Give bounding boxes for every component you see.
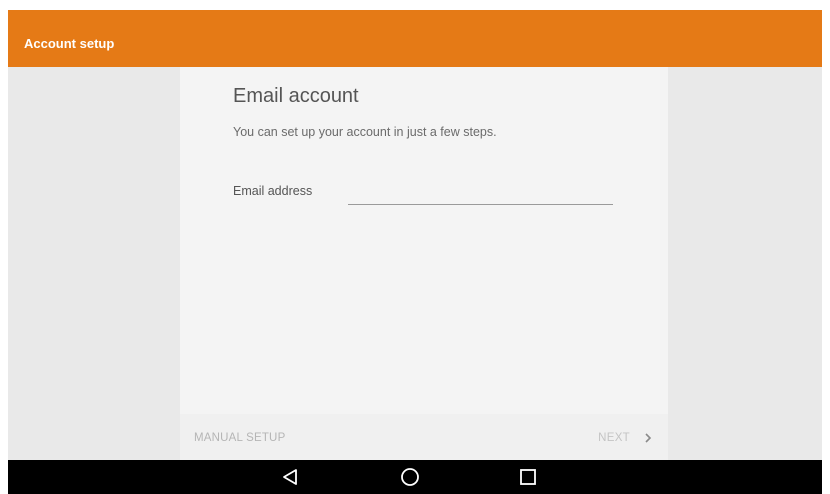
home-circle-icon [401, 468, 419, 486]
back-triangle-icon [283, 469, 297, 485]
card-body: Email account You can set up your accoun… [180, 67, 668, 407]
app-bar: Account setup [8, 10, 822, 67]
next-button-label: NEXT [598, 432, 630, 444]
manual-setup-button[interactable]: MANUAL SETUP [194, 432, 285, 444]
next-button[interactable]: NEXT [598, 428, 652, 448]
nav-back-button[interactable] [270, 465, 310, 489]
system-nav-bar [8, 460, 822, 494]
card-footer: MANUAL SETUP NEXT [180, 414, 668, 460]
nav-recents-button[interactable] [508, 465, 548, 489]
setup-card: Email account You can set up your accoun… [180, 67, 668, 460]
device-screen: Account setup Email account You can set … [8, 10, 822, 494]
nav-home-button[interactable] [390, 465, 430, 489]
email-address-input[interactable] [348, 183, 613, 205]
recents-square-icon [520, 469, 536, 485]
page-title: Email account [233, 85, 359, 107]
page-subtitle: You can set up your account in just a fe… [233, 125, 497, 139]
chevron-right-icon [645, 433, 652, 443]
app-bar-title: Account setup [24, 36, 115, 51]
email-address-label: Email address [233, 184, 313, 198]
